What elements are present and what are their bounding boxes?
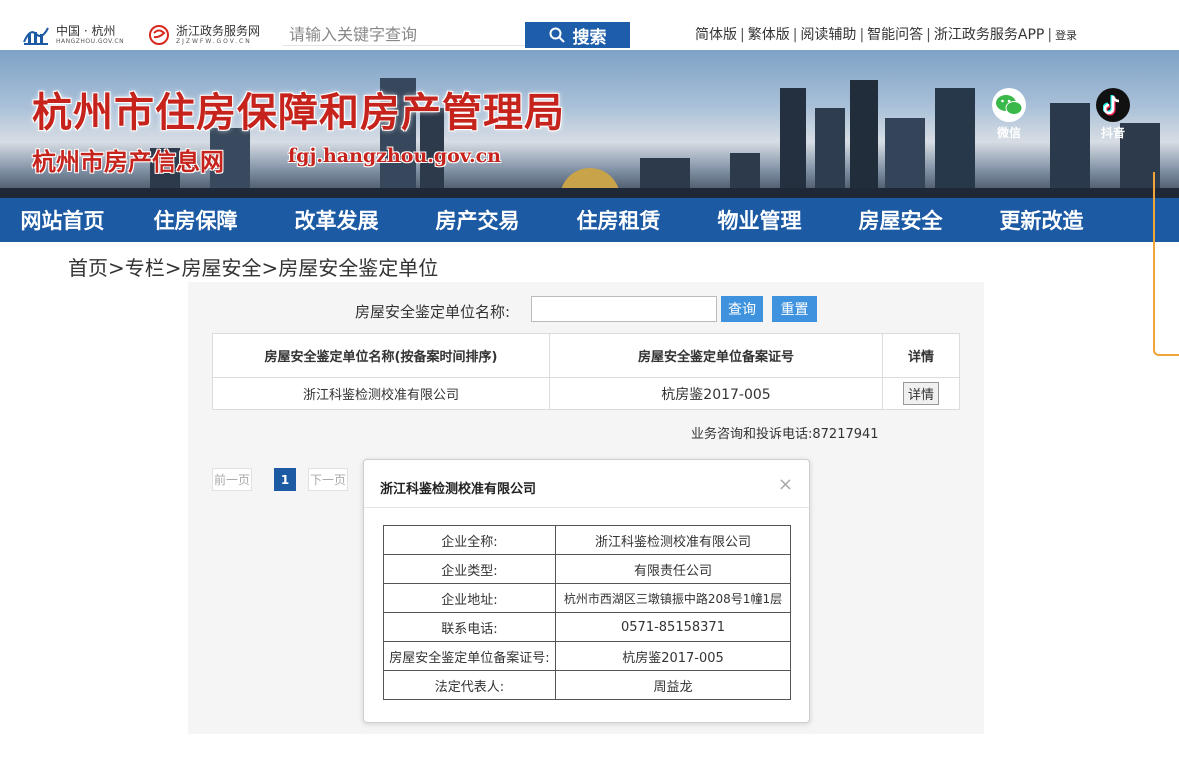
wechat-icon: [996, 95, 1023, 115]
douyin-link[interactable]: 抖音: [1096, 88, 1130, 141]
nav-property-management[interactable]: 物业管理: [689, 198, 830, 242]
nav-renewal[interactable]: 更新改造: [971, 198, 1112, 242]
link-reading-aid[interactable]: 阅读辅助: [800, 27, 856, 43]
cell-cert-number: 杭房鉴2017-005: [549, 377, 883, 410]
table-row: 企业地址: 杭州市西湖区三墩镇振中路208号1幢1层: [383, 583, 791, 613]
top-bar: 中国 · 杭州 HANGZHOU.GOV.CN 浙江政务服务网 ZJZWFW.G…: [0, 0, 1179, 50]
unit-table: 房屋安全鉴定单位名称(按备案时间排序) 房屋安全鉴定单位备案证号 详情 浙江科鉴…: [212, 333, 960, 410]
query-button[interactable]: 查询: [721, 296, 763, 322]
search-icon: [549, 27, 565, 43]
close-icon[interactable]: ×: [778, 474, 793, 495]
detail-modal: 浙江科鉴检测校准有限公司 × 企业全称: 浙江科鉴检测校准有限公司 企业类型: …: [363, 459, 810, 723]
field-label: 联系电话:: [383, 612, 556, 642]
field-value: 0571-85158371: [555, 612, 791, 642]
filter-label: 房屋安全鉴定单位名称:: [355, 303, 511, 321]
hangzhou-emblem-icon: [23, 27, 49, 45]
link-traditional[interactable]: 繁体版: [748, 27, 790, 43]
hangzhou-gov-logo[interactable]: 中国 · 杭州 HANGZHOU.GOV.CN: [22, 24, 124, 46]
field-label: 法定代表人:: [383, 670, 556, 700]
col-unit-name: 房屋安全鉴定单位名称(按备案时间排序): [212, 333, 550, 378]
reset-button[interactable]: 重置: [772, 296, 817, 322]
wechat-label: 微信: [996, 126, 1021, 140]
table-row: 企业全称: 浙江科鉴检测校准有限公司: [383, 525, 791, 555]
table-row: 联系电话: 0571-85158371: [383, 612, 791, 642]
site-banner: 杭州市住房保障和房产管理局 杭州市房产信息网 fgj.hangzhou.gov.…: [0, 50, 1179, 198]
search-button[interactable]: 搜索: [525, 22, 630, 48]
field-label: 企业全称:: [383, 525, 556, 555]
search-button-label: 搜索: [572, 27, 607, 48]
cell-detail: 详情: [882, 377, 960, 410]
field-label: 房屋安全鉴定单位备案证号:: [383, 641, 556, 671]
detail-button[interactable]: 详情: [902, 382, 939, 405]
hotline-text: 业务咨询和投诉电话:87217941: [691, 427, 879, 442]
bureau-title: 杭州市住房保障和房产管理局: [32, 89, 565, 136]
douyin-icon: [1103, 95, 1120, 116]
nav-property-trade[interactable]: 房产交易: [407, 198, 548, 242]
nav-housing-security[interactable]: 住房保障: [125, 198, 266, 242]
wechat-link[interactable]: 微信: [992, 88, 1026, 141]
unit-name-input[interactable]: [531, 296, 717, 322]
field-value: 有限责任公司: [555, 554, 791, 584]
cell-unit-name: 浙江科鉴检测校准有限公司: [212, 377, 550, 410]
pager-next[interactable]: 下一页: [308, 468, 348, 491]
floating-side-panel[interactable]: [1153, 172, 1179, 356]
field-value: 杭州市西湖区三墩镇振中路208号1幢1层: [555, 583, 791, 613]
logo2-title: 浙江政务服务网: [176, 24, 261, 38]
breadcrumb[interactable]: 首页>专栏>房屋安全>房屋安全鉴定单位: [68, 252, 438, 281]
pager-prev[interactable]: 前一页: [212, 468, 252, 491]
douyin-label: 抖音: [1100, 126, 1125, 140]
table-row: 企业类型: 有限责任公司: [383, 554, 791, 584]
site-domain: fgj.hangzhou.gov.cn: [288, 145, 501, 167]
search-underline: [283, 45, 528, 46]
logo2-domain: ZJZWFW.GOV.CN: [176, 38, 252, 45]
modal-divider: [364, 507, 809, 508]
nav-house-safety[interactable]: 房屋安全: [830, 198, 971, 242]
link-zjzwfw-app[interactable]: 浙江政务服务APP: [934, 27, 1044, 43]
link-smart-qa[interactable]: 智能问答: [867, 27, 923, 43]
main-nav: 网站首页 住房保障 改革发展 房产交易 住房租赁 物业管理 房屋安全 更新改造: [0, 198, 1179, 242]
logo1-domain: HANGZHOU.GOV.CN: [56, 38, 125, 45]
field-value: 周益龙: [555, 670, 791, 700]
field-label: 企业地址:: [383, 583, 556, 613]
modal-title: 浙江科鉴检测校准有限公司: [380, 482, 537, 497]
field-value: 杭房鉴2017-005: [555, 641, 791, 671]
top-links: 简体版 | 繁体版 | 阅读辅助 | 智能问答 | 浙江政务服务APP | 登录: [695, 27, 1078, 43]
zjzwfw-emblem-icon: [149, 25, 169, 45]
field-value: 浙江科鉴检测校准有限公司: [555, 525, 791, 555]
nav-reform[interactable]: 改革发展: [266, 198, 407, 242]
table-row: 法定代表人: 周益龙: [383, 670, 791, 700]
site-search-input[interactable]: [285, 21, 525, 47]
col-cert-number: 房屋安全鉴定单位备案证号: [549, 333, 883, 378]
zjzwfw-logo[interactable]: 浙江政务服务网 ZJZWFW.GOV.CN: [148, 24, 260, 46]
col-detail: 详情: [882, 333, 960, 378]
nav-rental[interactable]: 住房租赁: [548, 198, 689, 242]
table-header-row: 房屋安全鉴定单位名称(按备案时间排序) 房屋安全鉴定单位备案证号 详情: [212, 333, 960, 378]
site-subtitle: 杭州市房产信息网: [32, 147, 224, 176]
login-link[interactable]: 登录: [1055, 29, 1077, 42]
pager-page-1[interactable]: 1: [274, 468, 296, 491]
detail-table: 企业全称: 浙江科鉴检测校准有限公司 企业类型: 有限责任公司 企业地址: 杭州…: [383, 525, 791, 700]
field-label: 企业类型:: [383, 554, 556, 584]
nav-home[interactable]: 网站首页: [0, 198, 125, 242]
link-simplified[interactable]: 简体版: [695, 27, 737, 43]
table-row: 浙江科鉴检测校准有限公司 杭房鉴2017-005 详情: [212, 377, 960, 410]
logo1-title: 中国 · 杭州: [56, 24, 116, 38]
table-row: 房屋安全鉴定单位备案证号: 杭房鉴2017-005: [383, 641, 791, 671]
